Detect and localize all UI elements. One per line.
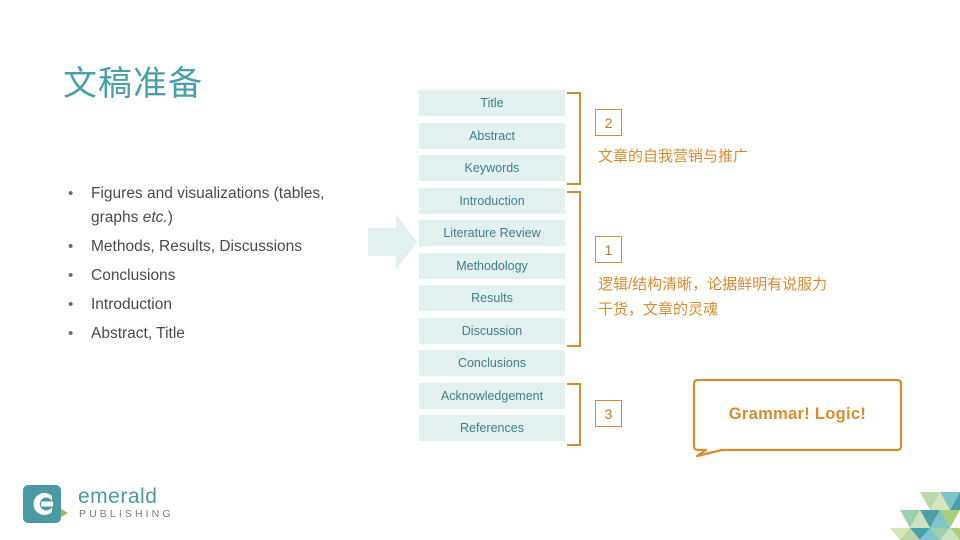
emerald-logo-wordmark: emerald <box>78 485 158 508</box>
flow-box-methodology: Methodology <box>419 252 565 279</box>
emerald-logo: emerald PUBLISHING <box>22 483 202 525</box>
flow-box-abstract: Abstract <box>419 122 565 149</box>
badge-2: 2 <box>595 109 622 136</box>
bullet-text: Figures and visualizations (tables, grap… <box>91 185 325 226</box>
flow-box-references: References <box>419 415 565 441</box>
list-item: • Introduction <box>63 293 373 317</box>
flow-box-title: Title <box>419 90 565 116</box>
bullet-text: Abstract, Title <box>91 325 185 342</box>
right-arrow-icon <box>368 214 417 270</box>
emerald-logo-tagline: PUBLISHING <box>79 508 174 520</box>
annotation-text-2: 文章的自我营销与推广 <box>598 148 749 165</box>
bullet-marker: • <box>68 238 74 255</box>
list-item: • Conclusions <box>63 264 373 288</box>
bracket-group-2 <box>567 92 581 185</box>
emerald-logo-icon <box>23 485 68 523</box>
bullet-marker: • <box>68 296 74 313</box>
bullet-marker: • <box>68 325 74 342</box>
bullet-text: Methods, Results, Discussions <box>91 238 303 255</box>
badge-3: 3 <box>595 400 622 427</box>
page-title: 文稿准备 <box>63 65 203 103</box>
bullet-text: Introduction <box>91 296 172 313</box>
flow-box-conclusions: Conclusions <box>419 350 565 376</box>
list-item: • Methods, Results, Discussions <box>63 235 373 259</box>
list-item: • Figures and visualizations (tables, gr… <box>63 182 373 230</box>
flow-box-keywords: Keywords <box>419 155 565 181</box>
bullet-marker: • <box>68 185 74 202</box>
decorative-triangles <box>890 492 960 540</box>
flow-box-results: Results <box>419 285 565 311</box>
bracket-group-1 <box>567 191 581 347</box>
flow-box-acknowledgement: Acknowledgement <box>419 382 565 409</box>
bullet-emphasis: etc. <box>142 209 168 226</box>
list-item: • Abstract, Title <box>63 322 373 346</box>
bracket-group-3 <box>567 383 581 446</box>
bullet-text: Conclusions <box>91 267 176 284</box>
annotation-text-1: 逻辑/结构清晰，论据鲜明有说服力 干货，文章的灵魂 <box>598 276 828 318</box>
flow-box-literature-review: Literature Review <box>419 220 565 246</box>
flow-box-discussion: Discussion <box>419 317 565 344</box>
bullet-list: • Figures and visualizations (tables, gr… <box>63 182 373 351</box>
manuscript-section-list: Title Abstract Keywords Introduction Lit… <box>419 90 565 448</box>
flow-box-introduction: Introduction <box>419 187 565 214</box>
bullet-marker: • <box>68 267 74 284</box>
badge-1: 1 <box>595 236 622 263</box>
slide-canvas: 文稿准备 • Figures and visualizations (table… <box>0 0 960 540</box>
